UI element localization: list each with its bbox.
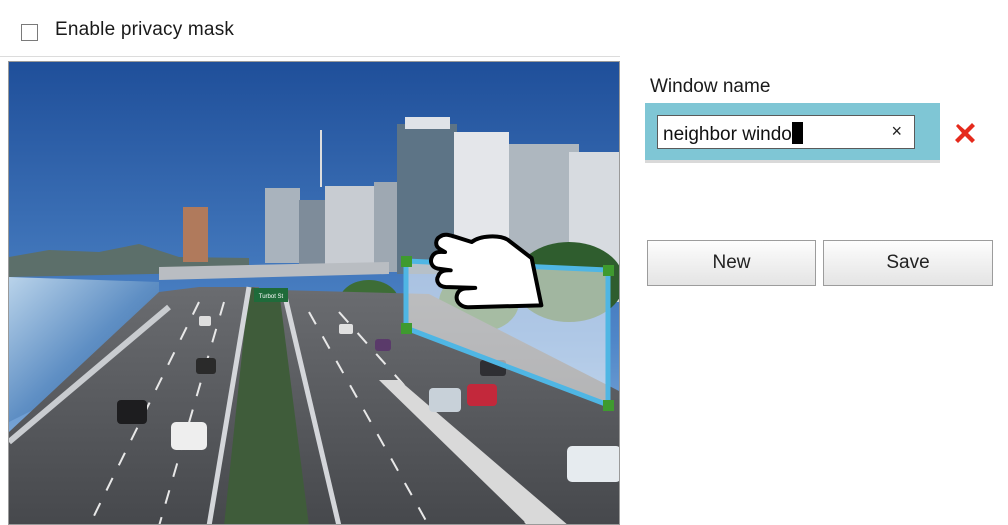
car	[117, 400, 147, 424]
mask-handle-bottom-left[interactable]	[401, 323, 412, 334]
building	[299, 200, 327, 266]
enable-privacy-mask-label: Enable privacy mask	[55, 19, 235, 40]
mask-handle-top-right[interactable]	[603, 265, 614, 276]
new-window-button[interactable]: New	[647, 240, 816, 286]
car	[171, 422, 207, 450]
window-name-value: neighbor windo	[663, 124, 792, 145]
text-caret	[791, 122, 803, 144]
pickup-truck	[567, 446, 619, 482]
road-sign-text: Turbot St	[259, 294, 284, 300]
car	[429, 388, 461, 412]
car	[199, 316, 211, 326]
save-button[interactable]: Save	[823, 240, 993, 286]
privacy-mask-toggle-row: Enable privacy mask	[0, 0, 620, 57]
car	[196, 358, 216, 374]
camera-preview[interactable]: Turbot St	[8, 61, 620, 525]
building	[509, 144, 579, 254]
window-name-label: Window name	[650, 76, 771, 97]
car	[339, 324, 353, 334]
mask-handle-top-left[interactable]	[401, 256, 412, 267]
camera-scene: Turbot St	[9, 62, 619, 524]
delete-window-icon[interactable]	[952, 120, 978, 146]
building	[265, 188, 300, 263]
car	[375, 339, 391, 351]
building-tall-brick	[183, 207, 208, 262]
window-name-input[interactable]: neighbor windo ×	[657, 115, 915, 149]
enable-privacy-mask-checkbox[interactable]	[21, 24, 38, 41]
car	[467, 384, 497, 406]
building-top	[405, 117, 450, 129]
window-name-panel: neighbor windo ×	[645, 103, 940, 163]
mask-handle-bottom-right[interactable]	[603, 400, 614, 411]
building	[325, 186, 375, 266]
clear-input-icon[interactable]: ×	[891, 121, 902, 142]
